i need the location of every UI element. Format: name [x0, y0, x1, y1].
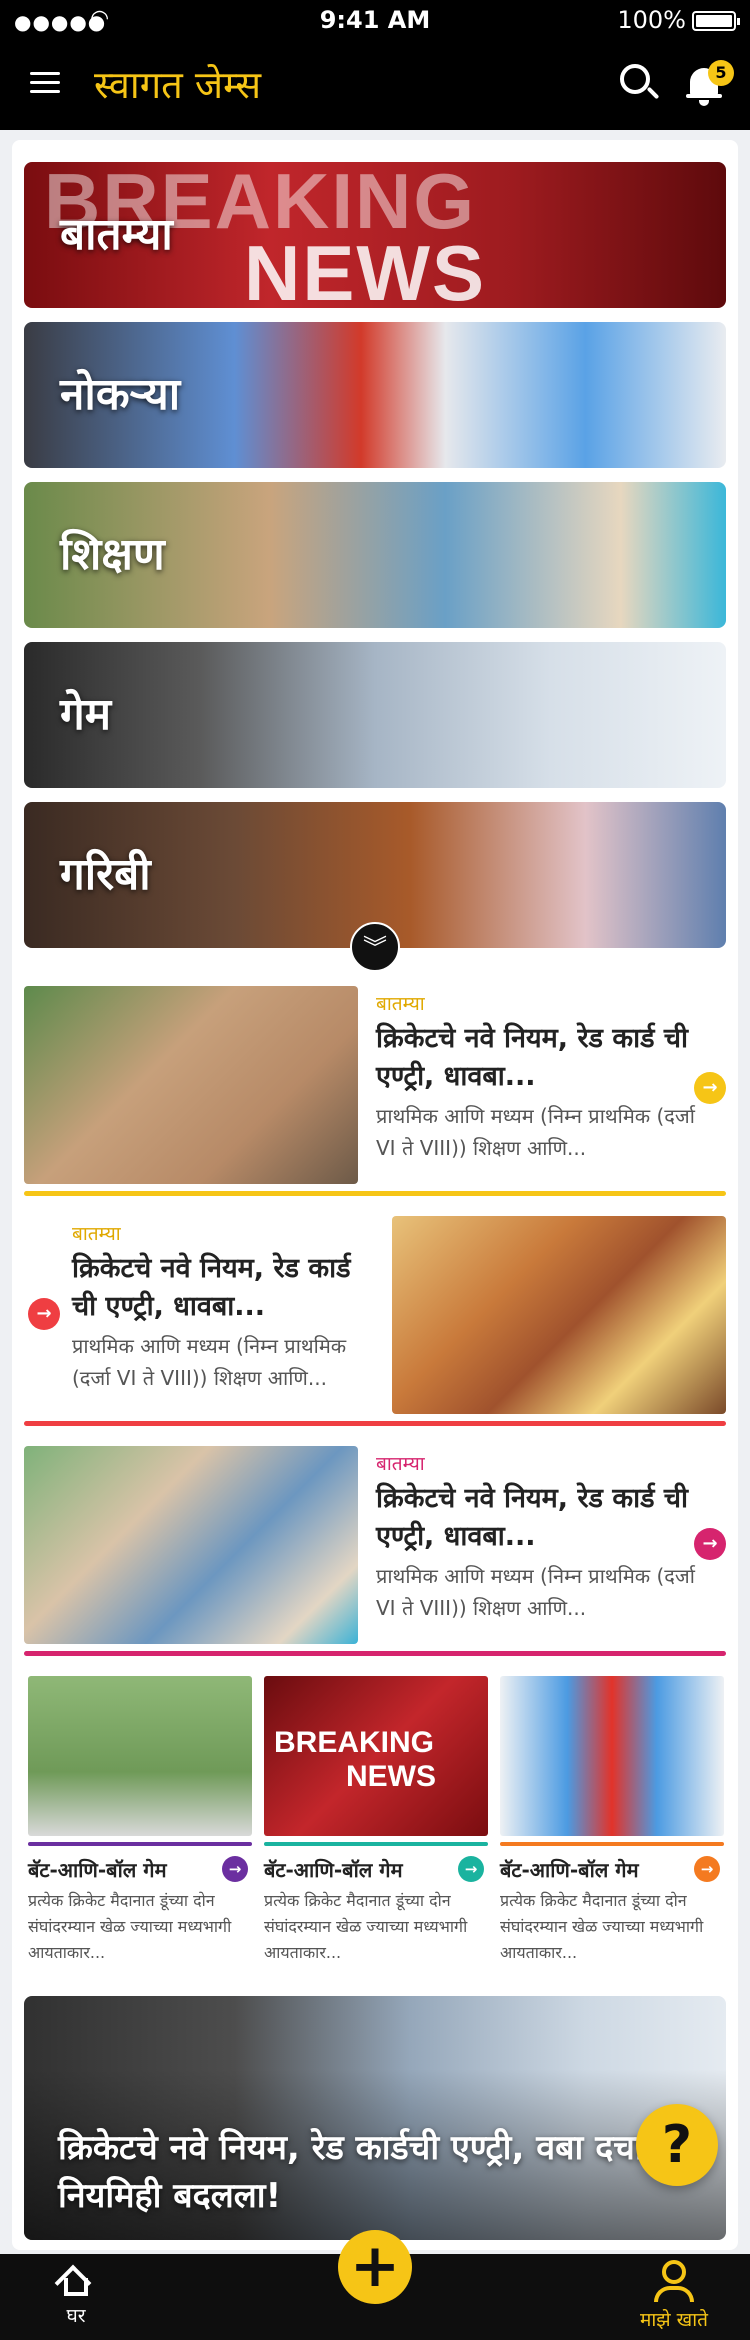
- mini-card-title: बॅट-आणि-बॉल गेम: [28, 1858, 167, 1882]
- mini-accent-rule: [28, 1842, 252, 1846]
- card-image: [24, 986, 358, 1184]
- mini-card-image: [500, 1676, 724, 1836]
- add-button[interactable]: +: [338, 2230, 412, 2304]
- card-accent-rule: [24, 1651, 726, 1656]
- menu-button[interactable]: [30, 72, 60, 94]
- mini-card[interactable]: बॅट-आणि-बॉल गेम → प्रत्येक क्रिकेट मैदान…: [28, 1676, 252, 1966]
- hamburger-icon: [30, 72, 60, 75]
- news-card[interactable]: बातम्या क्रिकेटचे नवे नियम, रेड कार्ड ची…: [24, 1446, 726, 1656]
- category-news[interactable]: BREAKING NEWS बातम्या: [24, 162, 726, 308]
- hero-headline: क्रिकेटचे नवे नियम, रेड कार्डची एण्ट्री,…: [58, 2128, 644, 2216]
- mini-card-image: [28, 1676, 252, 1836]
- mini-accent-rule: [500, 1842, 724, 1846]
- top-bar: ●●●●● ◠ 9:41 AM 100% स्वागत जेम्स 5: [0, 0, 750, 130]
- hero-card[interactable]: क्रिकेटचे नवे नियम, रेड कार्डची एण्ट्री,…: [24, 1996, 726, 2240]
- mini-overlay-text: BREAKING: [274, 1726, 435, 1759]
- status-bar: ●●●●● ◠ 9:41 AM 100%: [0, 0, 750, 40]
- mini-card-image: BREAKING NEWS: [264, 1676, 488, 1836]
- expand-categories-button[interactable]: ︾: [350, 922, 400, 972]
- arrow-right-icon[interactable]: →: [458, 1856, 484, 1882]
- arrow-right-icon[interactable]: →: [222, 1856, 248, 1882]
- category-label: शिक्षण: [60, 529, 165, 580]
- category-label: गेम: [60, 689, 112, 740]
- help-button[interactable]: ?: [636, 2104, 718, 2186]
- card-description: प्राथमिक आणि मध्यम (निम्न प्राथमिक (दर्ज…: [376, 1104, 695, 1160]
- mini-card-description: प्रत्येक क्रिकेट मैदानात डूंच्या दोन संघ…: [264, 1891, 468, 1962]
- card-accent-rule: [24, 1421, 726, 1426]
- card-category: बातम्या: [376, 1453, 425, 1475]
- arrow-right-icon[interactable]: →: [694, 1072, 726, 1104]
- news-card[interactable]: → बातम्या क्रिकेटचे नवे नियम, रेड कार्ड …: [24, 1216, 726, 1426]
- nav-home[interactable]: घर: [44, 2260, 108, 2336]
- card-headline: क्रिकेटचे नवे नियम, रेड कार्ड ची एण्ट्री…: [376, 1483, 689, 1552]
- double-chevron-down-icon: ︾: [363, 934, 387, 962]
- notification-badge: 5: [708, 60, 734, 86]
- user-icon: [662, 2260, 686, 2284]
- mini-card-title: बॅट-आणि-बॉल गेम: [500, 1858, 639, 1882]
- mini-overlay-text: NEWS: [346, 1760, 436, 1793]
- question-icon: ?: [661, 2115, 693, 2175]
- mini-card-description: प्रत्येक क्रिकेट मैदानात डूंच्या दोन संघ…: [28, 1891, 232, 1962]
- arrow-right-icon[interactable]: →: [694, 1856, 720, 1882]
- nav-home-label: घर: [66, 2305, 86, 2327]
- category-label: बातम्या: [60, 209, 173, 260]
- mini-card-description: प्रत्येक क्रिकेट मैदानात डूंच्या दोन संघ…: [500, 1891, 704, 1962]
- nav-account[interactable]: माझे खाते: [614, 2260, 734, 2336]
- card-category: बातम्या: [376, 993, 425, 1015]
- mini-card[interactable]: BREAKING NEWS बॅट-आणि-बॉल गेम → प्रत्येक…: [264, 1676, 488, 1966]
- news-card[interactable]: बातम्या क्रिकेटचे नवे नियम, रेड कार्ड ची…: [24, 986, 726, 1196]
- home-icon: [54, 2260, 96, 2302]
- card-headline: क्रिकेटचे नवे नियम, रेड कार्ड ची एण्ट्री…: [376, 1023, 689, 1092]
- banner-overlay-text: NEWS: [244, 229, 486, 308]
- card-headline: क्रिकेटचे नवे नियम, रेड कार्ड ची एण्ट्री…: [72, 1253, 351, 1322]
- arrow-right-icon[interactable]: →: [28, 1298, 60, 1330]
- mini-accent-rule: [264, 1842, 488, 1846]
- category-education[interactable]: शिक्षण: [24, 482, 726, 628]
- battery-icon: [692, 11, 740, 31]
- mini-card[interactable]: बॅट-आणि-बॉल गेम → प्रत्येक क्रिकेट मैदान…: [500, 1676, 724, 1966]
- category-games[interactable]: गेम: [24, 642, 726, 788]
- search-button[interactable]: [620, 64, 660, 104]
- card-image: [24, 1446, 358, 1644]
- category-label: गरिबी: [60, 849, 151, 900]
- card-accent-rule: [24, 1191, 726, 1196]
- search-icon: [620, 64, 650, 94]
- mini-card-title: बॅट-आणि-बॉल गेम: [264, 1858, 403, 1882]
- arrow-right-icon[interactable]: →: [694, 1528, 726, 1560]
- battery-percent: 100%: [617, 6, 686, 34]
- card-image: [392, 1216, 726, 1414]
- nav-account-label: माझे खाते: [640, 2309, 708, 2331]
- card-category: बातम्या: [72, 1223, 121, 1245]
- card-description: प्राथमिक आणि मध्यम (निम्न प्राथमिक (दर्ज…: [72, 1334, 347, 1390]
- plus-icon: +: [349, 2231, 401, 2301]
- card-description: प्राथमिक आणि मध्यम (निम्न प्राथमिक (दर्ज…: [376, 1564, 695, 1620]
- category-jobs[interactable]: नोकऱ्या: [24, 322, 726, 468]
- page-title: स्वागत जेम्स: [94, 63, 262, 107]
- category-label: नोकऱ्या: [60, 369, 181, 420]
